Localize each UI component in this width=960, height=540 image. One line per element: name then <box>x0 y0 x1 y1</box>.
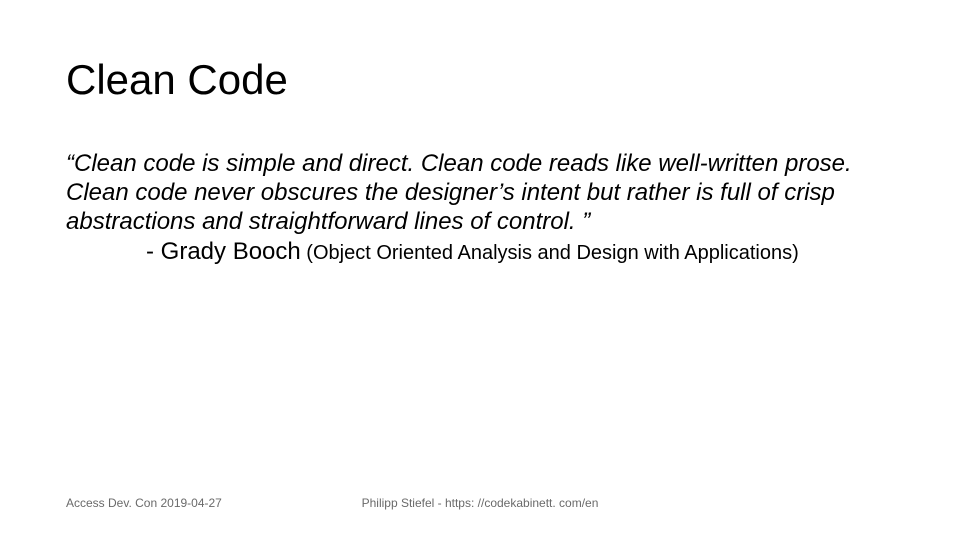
quote-text: “Clean code is simple and direct. Clean … <box>66 150 896 236</box>
footer-center: Philipp Stiefel - https: //codekabinett.… <box>0 496 960 510</box>
attribution-source: (Object Oriented Analysis and Design wit… <box>301 242 799 264</box>
slide-body: “Clean code is simple and direct. Clean … <box>66 150 896 267</box>
slide: Clean Code “Clean code is simple and dir… <box>0 0 960 540</box>
attribution-prefix: - <box>146 238 161 265</box>
slide-title: Clean Code <box>66 56 288 104</box>
quote-attribution: - Grady Booch (Object Oriented Analysis … <box>66 238 896 267</box>
attribution-name: Grady Booch <box>161 238 301 265</box>
